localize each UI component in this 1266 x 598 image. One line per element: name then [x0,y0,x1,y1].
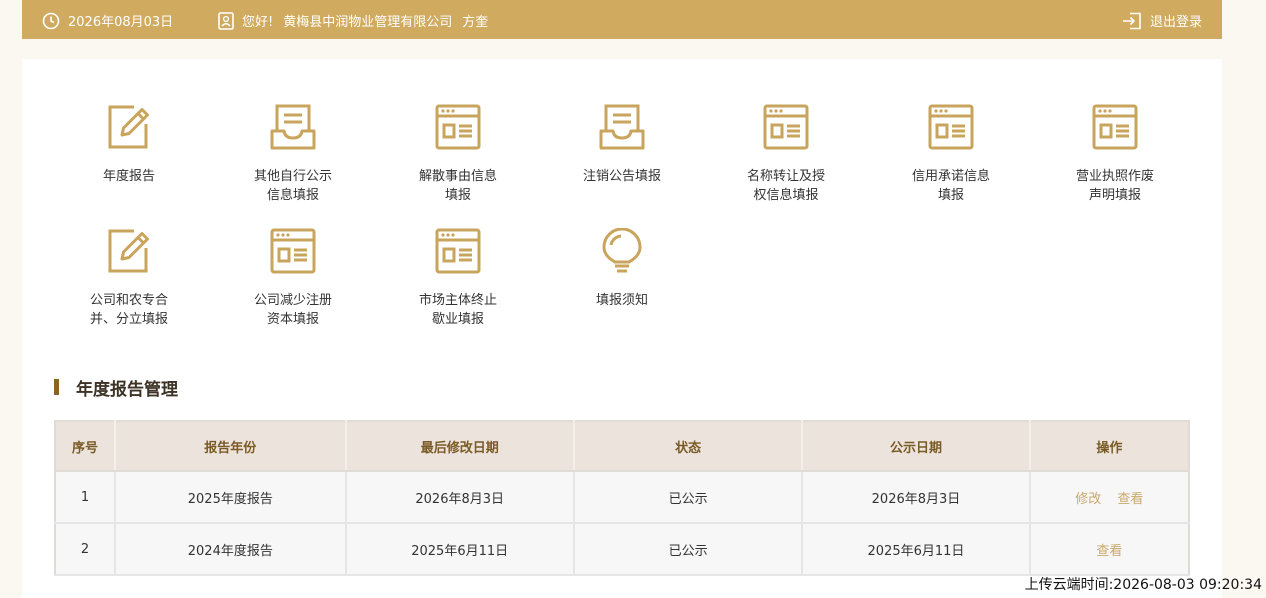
form-window-icon [270,228,316,274]
form-window-icon [928,104,974,150]
logout-icon [1122,12,1141,29]
view-link[interactable]: 查看 [1096,544,1122,559]
tile-label-line2: 信息填报 [266,188,319,203]
column-header: 最后修改日期 [345,421,575,472]
cell-modified: 2025年6月11日 [345,523,575,576]
form-window-icon [435,228,481,274]
main-panel: 年度报告 其他自行公示 信息填报 解散事由信息 填报 注销公告填报 名称转让及授… [22,59,1222,598]
tile-dissolution-info[interactable]: 解散事由信息 填报 [398,104,518,205]
column-header: 报告年份 [115,421,347,472]
tile-label-line1: 注销公告填报 [582,169,661,184]
tile-filing-guide[interactable]: 填报须知 [562,227,682,310]
tile-merger-split[interactable]: 公司和农专合 并、分立填报 [69,228,189,329]
tile-label-line1: 信用承诺信息 [911,169,990,184]
clock-icon [42,12,60,29]
cell-status: 已公示 [573,471,804,524]
tile-label-line2: 填报 [444,188,471,203]
form-window-icon [435,104,481,150]
tile-label-line1: 解散事由信息 [418,169,497,184]
greeting-text: 您好! [242,15,274,30]
cell-year: 2025年度报告 [115,471,347,524]
cell-no: 2 [55,523,117,576]
edit-icon [106,104,152,150]
table-row: 2 2024年度报告 2025年6月11日 已公示 2025年6月11日 查看 [55,523,1189,576]
cell-publish-date: 2026年8月3日 [802,471,1031,524]
tile-name-transfer[interactable]: 名称转让及授 权信息填报 [726,104,846,205]
form-window-icon [1092,104,1138,150]
document-tray-icon [270,104,316,150]
view-link[interactable]: 查看 [1117,492,1143,507]
section-marker [54,379,59,395]
edit-icon [106,228,152,274]
lightbulb-icon [599,227,645,274]
tile-label-line2: 声明填报 [1088,188,1141,203]
cell-actions: 修改 查看 [1029,471,1189,524]
cell-year: 2024年度报告 [115,523,347,576]
logout-button[interactable]: 退出登录 [1122,11,1202,30]
column-header: 操作 [1029,421,1189,472]
tile-termination[interactable]: 市场主体终止 歇业填报 [398,228,518,329]
cell-publish-date: 2025年6月11日 [802,523,1031,576]
tile-label-line1: 市场主体终止 [418,293,497,308]
cell-actions: 查看 [1029,523,1189,576]
tile-label-line1: 营业执照作废 [1075,169,1154,184]
tile-other-disclosure[interactable]: 其他自行公示 信息填报 [233,104,353,205]
tile-label-line2: 并、分立填报 [89,312,168,327]
tile-license-void[interactable]: 营业执照作废 声明填报 [1055,104,1175,205]
table-header-row: 序号 报告年份 最后修改日期 状态 公示日期 操作 [55,421,1189,472]
tile-label-line1: 名称转让及授 [746,169,825,184]
user-name: 方奎 [462,15,489,30]
section-title: 年度报告管理 [54,377,178,400]
table-row: 1 2025年度报告 2026年8月3日 已公示 2026年8月3日 修改 查看 [55,471,1189,524]
user-card-icon [218,11,234,30]
form-window-icon [763,104,809,150]
tile-label-line1: 填报须知 [595,293,648,308]
section-title-text: 年度报告管理 [76,379,178,400]
document-tray-icon [599,104,645,150]
annual-report-table: 序号 报告年份 最后修改日期 状态 公示日期 操作 1 2025年度报告 202… [54,420,1190,576]
tile-credit-commitment[interactable]: 信用承诺信息 填报 [891,104,1011,205]
date-text: 2026年08月03日 [68,15,174,30]
logout-label: 退出登录 [1149,15,1202,30]
tile-capital-reduction[interactable]: 公司减少注册 资本填报 [233,228,353,329]
user-greeting: 您好! 黄梅县中润物业管理有限公司 方奎 [218,11,488,30]
column-header: 状态 [573,421,804,472]
edit-link[interactable]: 修改 [1075,492,1101,507]
tile-label-line1: 其他自行公示 [253,169,332,184]
tile-label-line2: 填报 [937,188,964,203]
cell-modified: 2026年8月3日 [345,471,575,524]
tile-label-line1: 公司和农专合 [89,293,168,308]
upload-timestamp: 上传云端时间:2026-08-03 09:20:34 [1024,577,1262,593]
company-name: 黄梅县中润物业管理有限公司 [283,15,453,30]
cell-status: 已公示 [573,523,804,576]
date-display: 2026年08月03日 [42,11,173,30]
tile-label-line2: 歇业填报 [431,312,484,327]
tile-label-line1: 年度报告 [102,169,155,184]
tile-label-line1: 公司减少注册 [253,293,332,308]
tile-cancellation-notice[interactable]: 注销公告填报 [562,104,682,186]
tile-annual-report[interactable]: 年度报告 [69,104,189,186]
column-header: 公示日期 [802,421,1031,472]
cell-no: 1 [55,471,117,524]
column-header: 序号 [55,421,117,472]
tile-label-line2: 资本填报 [266,312,319,327]
top-bar: 2026年08月03日 您好! 黄梅县中润物业管理有限公司 方奎 退出登录 [22,0,1222,39]
tile-label-line2: 权信息填报 [753,188,819,203]
